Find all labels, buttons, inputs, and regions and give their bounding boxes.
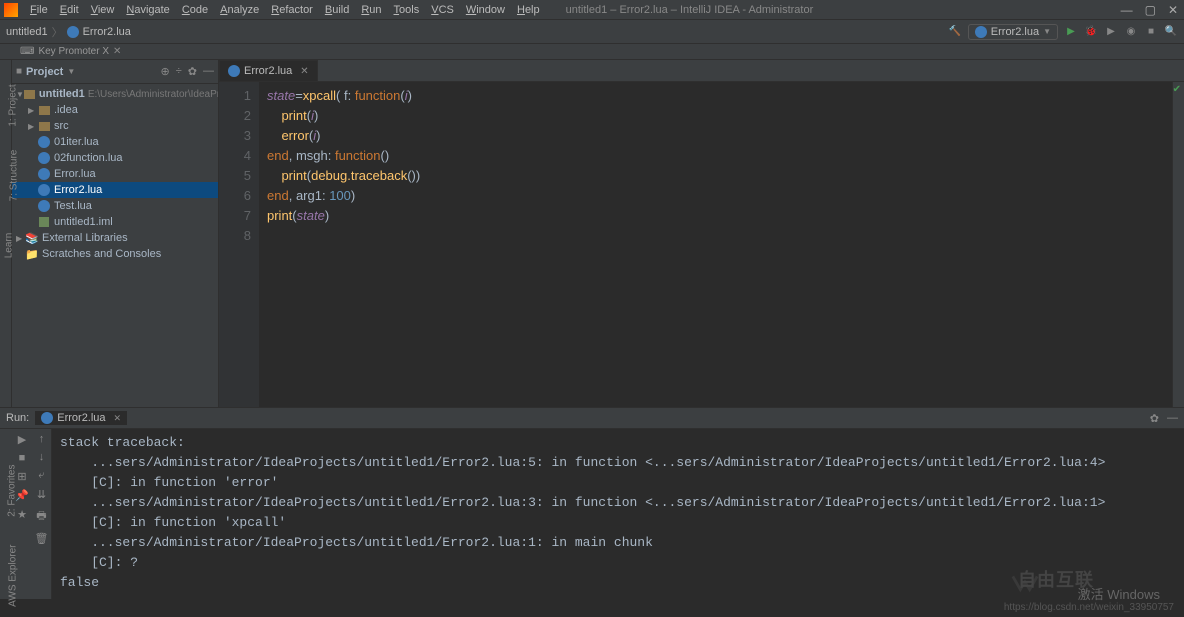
- down-icon[interactable]: ↓: [39, 451, 45, 463]
- tree-item[interactable]: untitled1.iml: [12, 214, 218, 230]
- key-promoter-bar: ⌨ Key Promoter X ✕: [0, 44, 1184, 60]
- chevron-down-icon[interactable]: ▼: [67, 67, 75, 76]
- run-header: Run: Error2.lua ✕ ✿ —: [0, 407, 1184, 429]
- debug-icon[interactable]: 🐞: [1084, 25, 1098, 39]
- breadcrumb-root[interactable]: untitled1: [6, 26, 48, 38]
- chevron-down-icon: ▼: [1043, 27, 1051, 36]
- scroll-icon[interactable]: ⇊: [37, 488, 46, 501]
- tree-item[interactable]: Error2.lua: [12, 182, 218, 198]
- project-header: ■ Project ▼ ⊕ ÷ ✿ —: [12, 60, 218, 84]
- stop-icon[interactable]: ■: [19, 452, 26, 464]
- close-icon[interactable]: ✕: [300, 66, 308, 77]
- hide-icon[interactable]: —: [1167, 412, 1178, 425]
- close-icon[interactable]: ✕: [1168, 3, 1178, 17]
- editor-tab[interactable]: Error2.lua✕: [219, 60, 318, 81]
- menu-navigate[interactable]: Navigate: [120, 4, 175, 16]
- search-icon[interactable]: 🔍: [1164, 25, 1178, 39]
- build-icon[interactable]: 🔨: [948, 25, 962, 39]
- run-icon[interactable]: ▶: [1064, 25, 1078, 39]
- lua-icon: [228, 65, 240, 77]
- layout-icon[interactable]: ⊞: [17, 470, 26, 483]
- code-content[interactable]: state=xpcall( f: function(i) print(i) er…: [259, 82, 1172, 407]
- settings-icon[interactable]: ✿: [188, 65, 197, 78]
- menu-file[interactable]: File: [24, 4, 54, 16]
- maximize-icon[interactable]: ▢: [1145, 3, 1156, 17]
- tree-item[interactable]: ▶.idea: [12, 102, 218, 118]
- menu-window[interactable]: Window: [460, 4, 511, 16]
- settings-icon[interactable]: ✿: [1150, 412, 1159, 425]
- wrap-icon[interactable]: ⤶: [38, 469, 44, 482]
- tree-item[interactable]: Error.lua: [12, 166, 218, 182]
- tree-scratches[interactable]: 📁Scratches and Consoles: [12, 246, 218, 262]
- tree-item[interactable]: ▶src: [12, 118, 218, 134]
- sidetab-structure[interactable]: 7: Structure: [8, 150, 19, 202]
- lua-icon: [67, 26, 79, 38]
- menu-analyze[interactable]: Analyze: [214, 4, 265, 16]
- sidetab-project[interactable]: 1: Project: [8, 84, 19, 126]
- tree-ext-lib[interactable]: ▶📚External Libraries: [12, 230, 218, 246]
- stop-icon[interactable]: ■: [1144, 25, 1158, 39]
- code-area[interactable]: 12345678 state=xpcall( f: function(i) pr…: [219, 82, 1184, 407]
- minimize-icon[interactable]: —: [1121, 3, 1133, 17]
- tree-item[interactable]: 01iter.lua: [12, 134, 218, 150]
- sidetab-aws[interactable]: AWS Explorer: [8, 545, 19, 607]
- menu-tools[interactable]: Tools: [388, 4, 426, 16]
- menu-edit[interactable]: Edit: [54, 4, 85, 16]
- close-icon[interactable]: ✕: [113, 46, 121, 57]
- inspection-ok-icon[interactable]: ✔: [1173, 84, 1181, 95]
- menu-build[interactable]: Build: [319, 4, 355, 16]
- hide-icon[interactable]: —: [203, 65, 214, 78]
- gutter: 12345678: [219, 82, 259, 407]
- chevron-right-icon: 〉: [52, 24, 63, 40]
- left-tool-strip-lower: 2: Favorites AWS Explorer: [0, 429, 12, 599]
- project-title: Project: [26, 66, 63, 78]
- tree-root[interactable]: ▼untitled1 E:\Users\Administrator\IdeaPr…: [12, 86, 218, 102]
- console-output[interactable]: stack traceback: ...sers/Administrator/I…: [52, 429, 1184, 599]
- menu-vcs[interactable]: VCS: [425, 4, 460, 16]
- menu-bar: FileEditViewNavigateCodeAnalyzeRefactorB…: [0, 0, 1184, 20]
- collapse-icon[interactable]: ÷: [176, 65, 182, 78]
- menu-refactor[interactable]: Refactor: [265, 4, 319, 16]
- editor-tabs: Error2.lua✕: [219, 60, 1184, 82]
- up-icon[interactable]: ↑: [39, 433, 45, 445]
- lua-icon: [41, 412, 53, 424]
- menu-code[interactable]: Code: [176, 4, 214, 16]
- watermark-blog: https://blog.csdn.net/weixin_33950757: [1004, 602, 1174, 613]
- tree-item[interactable]: 02function.lua: [12, 150, 218, 166]
- sidetab-favorites[interactable]: 2: Favorites: [7, 465, 18, 517]
- editor-stripe: ✔: [1172, 82, 1184, 407]
- project-tree[interactable]: ▼untitled1 E:\Users\Administrator\IdeaPr…: [12, 84, 218, 407]
- breadcrumb[interactable]: untitled1 〉 Error2.lua: [6, 24, 131, 40]
- menu-view[interactable]: View: [85, 4, 121, 16]
- rerun-icon[interactable]: ▶: [18, 433, 26, 446]
- menu-run[interactable]: Run: [355, 4, 387, 16]
- sidetab-learn[interactable]: Learn: [3, 233, 14, 259]
- editor: Error2.lua✕ 12345678 state=xpcall( f: fu…: [219, 60, 1184, 407]
- run-label: Run:: [6, 412, 29, 424]
- clear-icon[interactable]: 🗑: [35, 532, 49, 545]
- left-tool-strip: 1: Project 7: Structure Learn: [0, 60, 12, 407]
- project-panel: ■ Project ▼ ⊕ ÷ ✿ — ▼untitled1 E:\Users\…: [12, 60, 219, 407]
- coverage-icon[interactable]: ▶: [1104, 25, 1118, 39]
- run-panel: 2: Favorites AWS Explorer ▶ ■ ⊞ 📌 ★ ↑ ↓ …: [0, 429, 1184, 599]
- tree-item[interactable]: Test.lua: [12, 198, 218, 214]
- lua-icon: [975, 26, 987, 38]
- close-icon[interactable]: ✕: [114, 413, 122, 424]
- profile-icon[interactable]: ◉: [1124, 25, 1138, 39]
- app-icon: [4, 3, 18, 17]
- locate-icon[interactable]: ⊕: [161, 65, 170, 78]
- star-icon[interactable]: ★: [17, 508, 27, 521]
- run-toolbar-2: ↑ ↓ ⤶ ⇊ 🖶 🗑: [32, 429, 52, 599]
- menu-help[interactable]: Help: [511, 4, 546, 16]
- run-config-selector[interactable]: Error2.lua ▼: [968, 24, 1058, 40]
- window-title: untitled1 – Error2.lua – IntelliJ IDEA -…: [566, 4, 814, 16]
- print-icon[interactable]: 🖶: [36, 507, 46, 526]
- nav-bar: untitled1 〉 Error2.lua 🔨 Error2.lua ▼ ▶ …: [0, 20, 1184, 44]
- run-tab[interactable]: Error2.lua ✕: [35, 411, 127, 425]
- breadcrumb-file[interactable]: Error2.lua: [83, 26, 131, 38]
